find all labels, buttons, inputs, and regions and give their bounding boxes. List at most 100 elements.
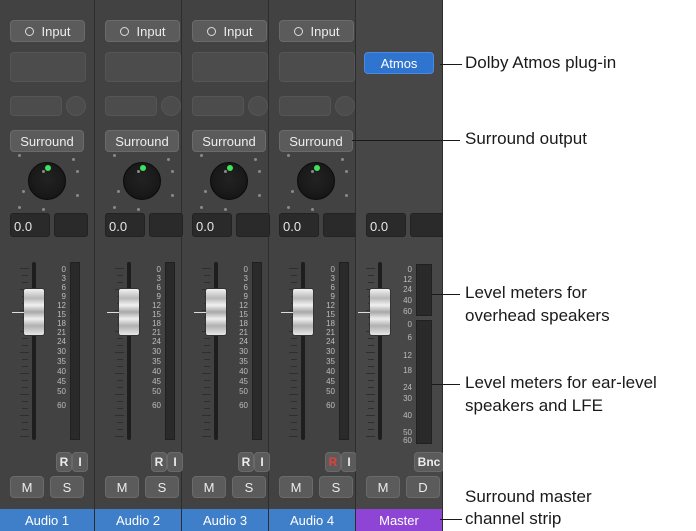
master-channel-name[interactable]: Master	[356, 509, 442, 531]
input-ring-icon	[293, 26, 303, 36]
send-level-knob[interactable]	[161, 96, 181, 116]
send-level-knob[interactable]	[335, 96, 355, 116]
fader-scale-tick	[204, 387, 210, 388]
master-fader-tick	[368, 338, 374, 339]
channel-name[interactable]: Audio 2	[95, 509, 181, 531]
panner-tick	[287, 154, 290, 157]
fader-scale-tick	[117, 380, 123, 381]
meter-scale-label: 45	[326, 377, 335, 386]
volume-fader[interactable]	[205, 288, 227, 336]
output-button[interactable]: Surround	[279, 130, 353, 152]
meter-scale-label: 0	[156, 265, 161, 274]
record-enable-button[interactable]: R	[151, 452, 167, 472]
solo-button[interactable]: S	[145, 476, 179, 498]
master-fader-tick	[368, 345, 374, 346]
fader-scale-tick	[291, 366, 297, 367]
solo-button[interactable]: S	[232, 476, 266, 498]
channel-strip: Input Surround 0.0 0 3 6 9 12 15 18 21 24 30 35 40 45 50…	[182, 0, 270, 531]
master-fader-tick	[366, 394, 375, 395]
fader-scale-tick	[115, 268, 124, 269]
volume-fader[interactable]	[292, 288, 314, 336]
surround-panner[interactable]	[210, 162, 248, 200]
send-slot[interactable]	[279, 96, 331, 116]
meter-scale-label: 60	[152, 401, 161, 410]
input-button[interactable]: Input	[192, 20, 267, 42]
master-volume-fader[interactable]	[369, 288, 391, 336]
record-enable-button[interactable]: R	[238, 452, 254, 472]
audio-fx-slot[interactable]	[279, 52, 355, 82]
master-fader-tick	[366, 352, 375, 353]
level-meter	[165, 262, 175, 440]
fader-scale-tick	[115, 415, 124, 416]
fader-scale-tick	[291, 401, 297, 402]
channel-name[interactable]: Audio 4	[269, 509, 355, 531]
meter-scale-label: 24	[57, 337, 66, 346]
mute-button[interactable]: M	[279, 476, 313, 498]
send-level-knob[interactable]	[248, 96, 268, 116]
master-volume-readout[interactable]: 0.0	[366, 213, 406, 237]
fader-scale-tick	[202, 415, 211, 416]
meter-scale-label: 21	[57, 328, 66, 337]
meter-scale-label: 24	[326, 337, 335, 346]
master-dim-button[interactable]: D	[406, 476, 440, 498]
record-enable-button[interactable]: R	[325, 452, 341, 472]
ear-level-meter-scale-label: 24	[403, 383, 412, 392]
send-slot[interactable]	[10, 96, 62, 116]
peak-readout	[54, 213, 88, 237]
audio-fx-slot[interactable]	[192, 52, 268, 82]
volume-fader[interactable]	[118, 288, 140, 336]
master-mute-button[interactable]: M	[366, 476, 400, 498]
audio-fx-slot[interactable]	[105, 52, 181, 82]
fader-scale-tick	[204, 408, 210, 409]
meter-scale-label: 12	[326, 301, 335, 310]
output-button[interactable]: Surround	[105, 130, 179, 152]
surround-panner[interactable]	[297, 162, 335, 200]
surround-panner[interactable]	[123, 162, 161, 200]
mute-button[interactable]: M	[192, 476, 226, 498]
solo-button[interactable]: S	[50, 476, 84, 498]
volume-readout[interactable]: 0.0	[192, 213, 232, 237]
solo-button[interactable]: S	[319, 476, 353, 498]
input-monitoring-button[interactable]: I	[167, 452, 183, 472]
send-slot[interactable]	[192, 96, 244, 116]
input-monitoring-button[interactable]: I	[254, 452, 270, 472]
channel-name[interactable]: Audio 3	[182, 509, 268, 531]
channel-name[interactable]: Audio 1	[0, 509, 94, 531]
volume-readout[interactable]: 0.0	[10, 213, 50, 237]
volume-readout[interactable]: 0.0	[279, 213, 319, 237]
meter-scale-label: 35	[326, 357, 335, 366]
record-enable-button[interactable]: R	[56, 452, 72, 472]
input-button[interactable]: Input	[10, 20, 85, 42]
master-fader-tick	[366, 268, 375, 269]
fader-scale-tick	[204, 282, 210, 283]
bounce-button[interactable]: Bnc	[414, 452, 443, 472]
input-button[interactable]: Input	[279, 20, 354, 42]
fader-scale-tick	[291, 429, 297, 430]
fader-scale-tick	[20, 394, 29, 395]
input-monitoring-button[interactable]: I	[341, 452, 357, 472]
master-fader-marker	[358, 312, 370, 313]
atmos-plugin-button[interactable]: Atmos	[364, 52, 434, 74]
output-button[interactable]: Surround	[192, 130, 266, 152]
fader-scale-tick	[204, 275, 210, 276]
panner-position-dot	[314, 165, 320, 171]
mute-button[interactable]: M	[105, 476, 139, 498]
meter-scale-label: 35	[152, 357, 161, 366]
panner-tick	[287, 206, 290, 209]
input-monitoring-button[interactable]: I	[72, 452, 88, 472]
master-fader-tick	[368, 359, 374, 360]
volume-fader[interactable]	[23, 288, 45, 336]
fader-scale-tick	[204, 429, 210, 430]
panner-tick	[311, 208, 314, 211]
mute-button[interactable]: M	[10, 476, 44, 498]
output-button[interactable]: Surround	[10, 130, 84, 152]
send-slot[interactable]	[105, 96, 157, 116]
audio-fx-slot[interactable]	[10, 52, 86, 82]
master-fader-tick	[368, 408, 374, 409]
send-level-knob[interactable]	[66, 96, 86, 116]
input-button[interactable]: Input	[105, 20, 180, 42]
fader-scale-tick	[117, 345, 123, 346]
fader-scale-tick	[117, 429, 123, 430]
surround-panner[interactable]	[28, 162, 66, 200]
volume-readout[interactable]: 0.0	[105, 213, 145, 237]
